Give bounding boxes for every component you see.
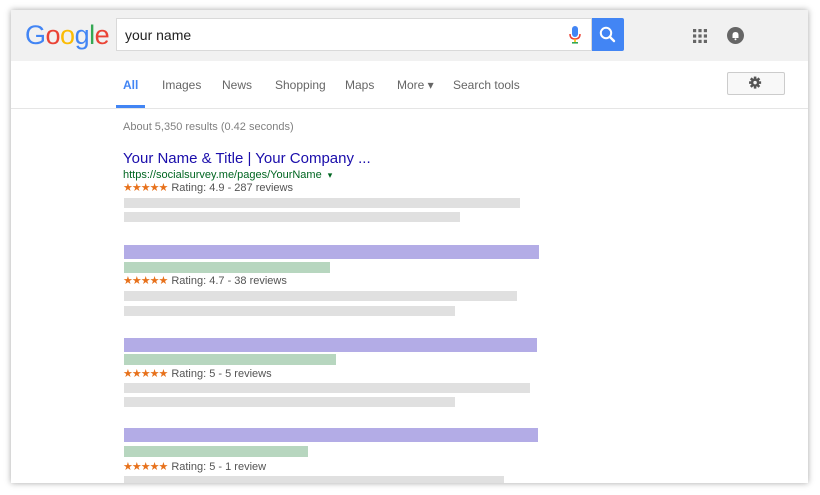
result-rating: ★★★★★ Rating: 5 - 1 review xyxy=(123,460,266,473)
tab-all[interactable]: All xyxy=(123,78,138,92)
logo-letter: o xyxy=(60,20,75,50)
result-url: https://socialsurvey.me/pages/YourName ▾ xyxy=(123,169,332,181)
browser-frame: Google Al xyxy=(11,10,808,483)
search-icon xyxy=(599,26,616,43)
rating-stars: ★★★★★ xyxy=(123,182,168,194)
rating-text: Rating: 5 - 5 reviews xyxy=(171,368,272,380)
search-tabs: All Images News Shopping Maps More ▾ Sea… xyxy=(11,61,808,109)
settings-gear-icon xyxy=(749,76,762,89)
rating-text: Rating: 4.7 - 38 reviews xyxy=(171,275,287,287)
tab-news[interactable]: News xyxy=(222,78,252,92)
result-rating: ★★★★★ Rating: 5 - 5 reviews xyxy=(123,367,272,380)
notifications-icon[interactable] xyxy=(727,27,744,44)
snippet-placeholder-line xyxy=(124,397,455,407)
snippet-placeholder-line xyxy=(124,198,520,208)
tab-more[interactable]: More ▾ xyxy=(397,78,434,92)
title-placeholder-bar xyxy=(124,338,537,352)
snippet-placeholder-line xyxy=(124,306,455,316)
tab-search-tools[interactable]: Search tools xyxy=(453,78,520,92)
rating-stars: ★★★★★ xyxy=(123,368,168,380)
result-url-text: https://socialsurvey.me/pages/YourName xyxy=(123,169,322,181)
snippet-placeholder-line xyxy=(124,212,460,222)
apps-grid-icon[interactable] xyxy=(693,29,707,43)
tab-maps[interactable]: Maps xyxy=(345,78,374,92)
result-rating: ★★★★★ Rating: 4.9 - 287 reviews xyxy=(123,181,293,194)
logo-letter: G xyxy=(25,20,46,50)
tab-shopping[interactable]: Shopping xyxy=(275,78,326,92)
snippet-placeholder-line xyxy=(124,383,530,393)
search-header: Google xyxy=(11,10,808,61)
url-placeholder-bar xyxy=(124,446,308,457)
search-input[interactable] xyxy=(125,19,545,50)
active-tab-indicator xyxy=(116,105,145,108)
rating-stars: ★★★★★ xyxy=(123,275,168,287)
title-placeholder-bar xyxy=(124,428,538,442)
rating-text: Rating: 5 - 1 review xyxy=(171,461,267,473)
google-logo[interactable]: Google xyxy=(25,20,110,51)
rating-stars: ★★★★★ xyxy=(123,461,168,473)
url-dropdown-caret[interactable]: ▾ xyxy=(328,170,333,180)
result-rating: ★★★★★ Rating: 4.7 - 38 reviews xyxy=(123,274,287,287)
search-button[interactable] xyxy=(592,18,624,51)
rating-text: Rating: 4.9 - 287 reviews xyxy=(171,182,293,194)
snippet-placeholder-line xyxy=(124,476,504,483)
snippet-placeholder-line xyxy=(124,291,517,301)
title-placeholder-bar xyxy=(124,245,539,259)
logo-letter: e xyxy=(94,20,110,50)
result-title-link[interactable]: Your Name & Title | Your Company ... xyxy=(123,150,371,167)
url-placeholder-bar xyxy=(124,262,330,273)
logo-letter: g xyxy=(74,20,90,50)
settings-button[interactable] xyxy=(727,72,785,95)
logo-letter: o xyxy=(45,20,61,50)
tab-images[interactable]: Images xyxy=(162,78,201,92)
result-stats: About 5,350 results (0.42 seconds) xyxy=(123,121,294,133)
search-box[interactable] xyxy=(116,18,592,51)
mic-icon[interactable] xyxy=(569,26,581,44)
url-placeholder-bar xyxy=(124,354,336,365)
